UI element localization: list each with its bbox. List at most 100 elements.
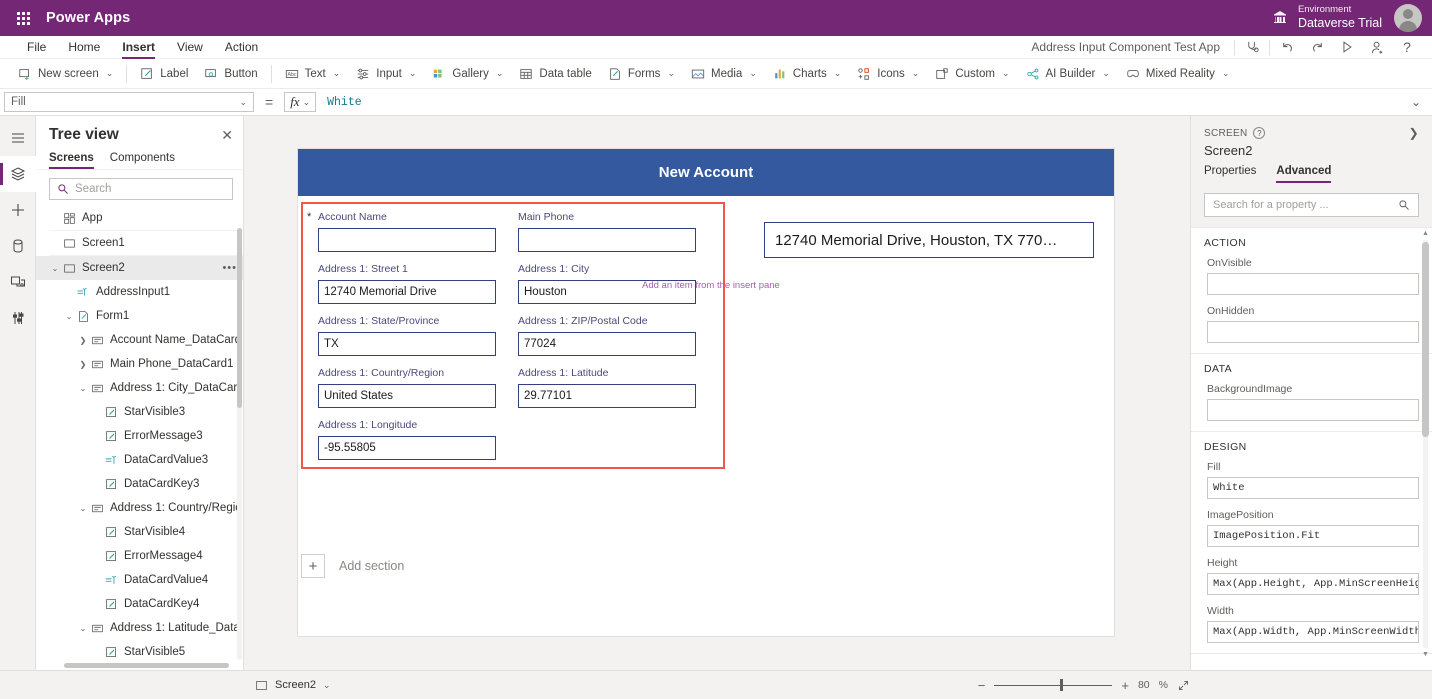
zoom-slider[interactable] bbox=[994, 679, 1112, 691]
formula-input[interactable]: White bbox=[321, 92, 1399, 112]
tab-screens[interactable]: Screens bbox=[49, 150, 94, 169]
chevron-down-icon[interactable]: ⌄ bbox=[77, 624, 89, 633]
menu-item-home[interactable]: Home bbox=[57, 36, 111, 59]
property-value-input[interactable]: ImagePosition.Fit bbox=[1207, 525, 1419, 547]
plus-icon[interactable]: + bbox=[1121, 678, 1129, 693]
waffle-icon[interactable] bbox=[0, 12, 46, 25]
tree-node-datacardkey3[interactable]: DataCardKey3 bbox=[36, 472, 243, 496]
scroll-down-arrow[interactable]: ▼ bbox=[1421, 651, 1430, 658]
undo-icon[interactable] bbox=[1272, 36, 1302, 59]
tree-node-screen1[interactable]: Screen1 bbox=[36, 231, 243, 255]
advanced-tools-icon[interactable] bbox=[0, 300, 36, 336]
tree-node-starvisible5[interactable]: StarVisible5 bbox=[36, 640, 243, 664]
environment-selector[interactable]: Environment Dataverse Trial bbox=[1271, 5, 1394, 30]
ribbon-icons[interactable]: Icons ⌄ bbox=[849, 59, 927, 89]
tree-node-starvisible3[interactable]: StarVisible3 bbox=[36, 400, 243, 424]
chevron-right-icon[interactable]: ❯ bbox=[77, 336, 89, 345]
canvas-area[interactable]: New Account * Account Name Main Phone bbox=[244, 116, 1190, 670]
chevron-right-icon[interactable]: ❯ bbox=[77, 360, 89, 369]
field-input[interactable]: -95.55805 bbox=[318, 436, 496, 460]
tree-node-address-1-latitude-datacard1[interactable]: ⌄Address 1: Latitude_DataCard1 bbox=[36, 616, 243, 640]
preview-icon[interactable] bbox=[1332, 36, 1362, 59]
tree-node-account-name-datacard1[interactable]: ❯Account Name_DataCard1 bbox=[36, 328, 243, 352]
field-input[interactable]: 12740 Memorial Drive bbox=[318, 280, 496, 304]
help-icon[interactable]: ? bbox=[1392, 36, 1422, 59]
menu-item-view[interactable]: View bbox=[166, 36, 214, 59]
menu-item-file[interactable]: File bbox=[16, 36, 57, 59]
properties-list[interactable]: ACTIONOnVisibleOnHiddenDATABackgroundIma… bbox=[1191, 228, 1432, 670]
properties-scrollbar[interactable]: ▲ ▼ bbox=[1421, 230, 1430, 658]
chevron-down-icon[interactable]: ⌄ bbox=[77, 504, 89, 513]
property-value-input[interactable] bbox=[1207, 273, 1419, 295]
tree-node-more-icon[interactable]: ••• bbox=[222, 262, 237, 274]
status-screen-selector[interactable]: Screen2 ⌄ bbox=[255, 679, 331, 692]
tree-node-datacardkey4[interactable]: DataCardKey4 bbox=[36, 592, 243, 616]
app-brand[interactable]: Power Apps bbox=[46, 10, 130, 26]
chevron-down-icon[interactable]: ⌄ bbox=[49, 264, 61, 273]
property-value-input[interactable]: Max(App.Width, App.MinScreenWidth) bbox=[1207, 621, 1419, 643]
field-input[interactable]: TX bbox=[318, 332, 496, 356]
tab-properties[interactable]: Properties bbox=[1204, 165, 1256, 183]
ribbon-mixed-reality[interactable]: Mixed Reality ⌄ bbox=[1118, 59, 1238, 89]
data-sources-icon[interactable] bbox=[0, 228, 36, 264]
field-input[interactable]: 77024 bbox=[518, 332, 696, 356]
tab-components[interactable]: Components bbox=[110, 150, 175, 169]
tree-node-addressinput1[interactable]: AddressInput1 bbox=[36, 280, 243, 304]
field-input[interactable]: United States bbox=[318, 384, 496, 408]
property-search-input[interactable]: Search for a property ... bbox=[1204, 193, 1419, 217]
add-section-row[interactable]: + Add section bbox=[301, 554, 404, 578]
ribbon-button-btn[interactable]: Button bbox=[196, 59, 265, 89]
close-icon[interactable]: ✕ bbox=[221, 128, 233, 142]
ribbon-gallery[interactable]: Gallery ⌄ bbox=[424, 59, 511, 89]
ribbon-media[interactable]: Media ⌄ bbox=[683, 59, 765, 89]
hamburger-menu-icon[interactable] bbox=[0, 120, 36, 156]
ribbon-ai-builder[interactable]: AI Builder ⌄ bbox=[1018, 59, 1118, 89]
tree-scrollbar[interactable] bbox=[237, 228, 242, 660]
property-selector[interactable]: Fill ⌄ bbox=[4, 92, 254, 112]
tree-node-address-1-country-region-datacard[interactable]: ⌄Address 1: Country/Region_DataCard bbox=[36, 496, 243, 520]
field-input[interactable] bbox=[318, 228, 496, 252]
screen-canvas[interactable]: New Account * Account Name Main Phone bbox=[298, 149, 1114, 636]
tree-node-datacardvalue4[interactable]: DataCardValue4 bbox=[36, 568, 243, 592]
address-input-control[interactable]: 12740 Memorial Drive, Houston, TX 770… bbox=[764, 222, 1094, 258]
property-value-input[interactable] bbox=[1207, 321, 1419, 343]
chevron-down-icon[interactable]: ⌄ bbox=[77, 384, 89, 393]
insert-add-icon[interactable] bbox=[0, 192, 36, 228]
ribbon-input[interactable]: Input ⌄ bbox=[348, 59, 424, 89]
field-input[interactable]: 29.77101 bbox=[518, 384, 696, 408]
fit-screen-icon[interactable] bbox=[1177, 679, 1190, 692]
tree-node-starvisible4[interactable]: StarVisible4 bbox=[36, 520, 243, 544]
expand-formula-bar-icon[interactable]: ⌄ bbox=[1404, 95, 1428, 109]
menu-item-action[interactable]: Action bbox=[214, 36, 269, 59]
ribbon-data-table[interactable]: Data table bbox=[511, 59, 599, 89]
tree-node-list[interactable]: AppScreen1⌄Screen2•••AddressInput1⌄Form1… bbox=[36, 206, 243, 670]
chevron-down-icon[interactable]: ⌄ bbox=[323, 680, 331, 691]
media-library-icon[interactable] bbox=[0, 264, 36, 300]
scroll-up-arrow[interactable]: ▲ bbox=[1421, 230, 1430, 237]
field-input[interactable] bbox=[518, 228, 696, 252]
chevron-down-icon[interactable]: ⌄ bbox=[63, 312, 75, 321]
tree-view-icon[interactable] bbox=[0, 156, 36, 192]
ribbon-text[interactable]: Abc Text ⌄ bbox=[277, 59, 349, 89]
tree-node-errormessage3[interactable]: ErrorMessage3 bbox=[36, 424, 243, 448]
property-value-input[interactable]: White bbox=[1207, 477, 1419, 499]
minus-icon[interactable]: − bbox=[978, 678, 986, 693]
ribbon-new-screen[interactable]: New screen ⌄ bbox=[10, 59, 121, 89]
ribbon-charts[interactable]: Charts ⌄ bbox=[765, 59, 849, 89]
tree-node-main-phone-datacard1[interactable]: ❯Main Phone_DataCard1 bbox=[36, 352, 243, 376]
tree-horizontal-scrollbar[interactable] bbox=[64, 663, 229, 668]
menu-item-insert[interactable]: Insert bbox=[111, 36, 166, 59]
share-icon[interactable] bbox=[1362, 36, 1392, 59]
help-circle-icon[interactable]: ? bbox=[1253, 127, 1265, 139]
plus-icon[interactable]: + bbox=[301, 554, 325, 578]
avatar[interactable] bbox=[1394, 4, 1422, 32]
redo-icon[interactable] bbox=[1302, 36, 1332, 59]
tree-node-address-1-city-datacard1[interactable]: ⌄Address 1: City_DataCard1 bbox=[36, 376, 243, 400]
tab-advanced[interactable]: Advanced bbox=[1276, 165, 1331, 183]
ribbon-label-btn[interactable]: Label bbox=[132, 59, 196, 89]
tree-node-screen2[interactable]: ⌄Screen2••• bbox=[36, 256, 243, 280]
ribbon-custom[interactable]: Custom ⌄ bbox=[927, 59, 1017, 89]
ribbon-forms[interactable]: Forms ⌄ bbox=[600, 59, 683, 89]
search-input[interactable]: Search bbox=[49, 178, 233, 200]
chevron-right-icon[interactable]: ❯ bbox=[1409, 126, 1419, 140]
